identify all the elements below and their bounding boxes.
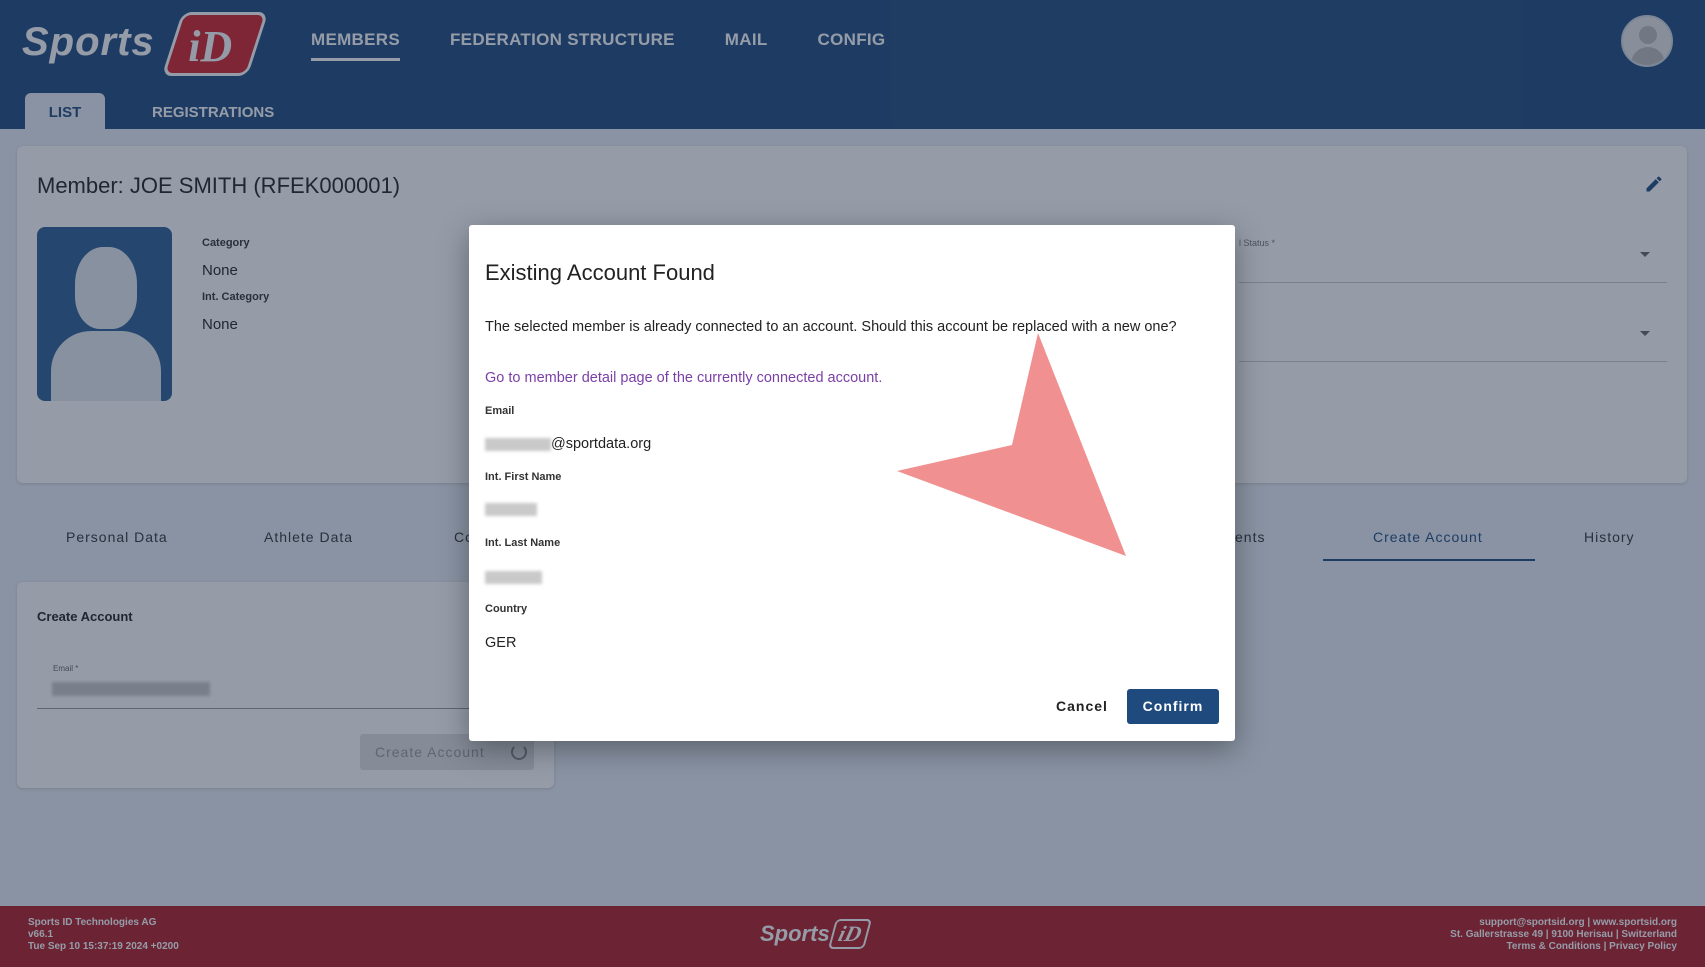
annotation-arrow-icon xyxy=(897,333,1126,556)
